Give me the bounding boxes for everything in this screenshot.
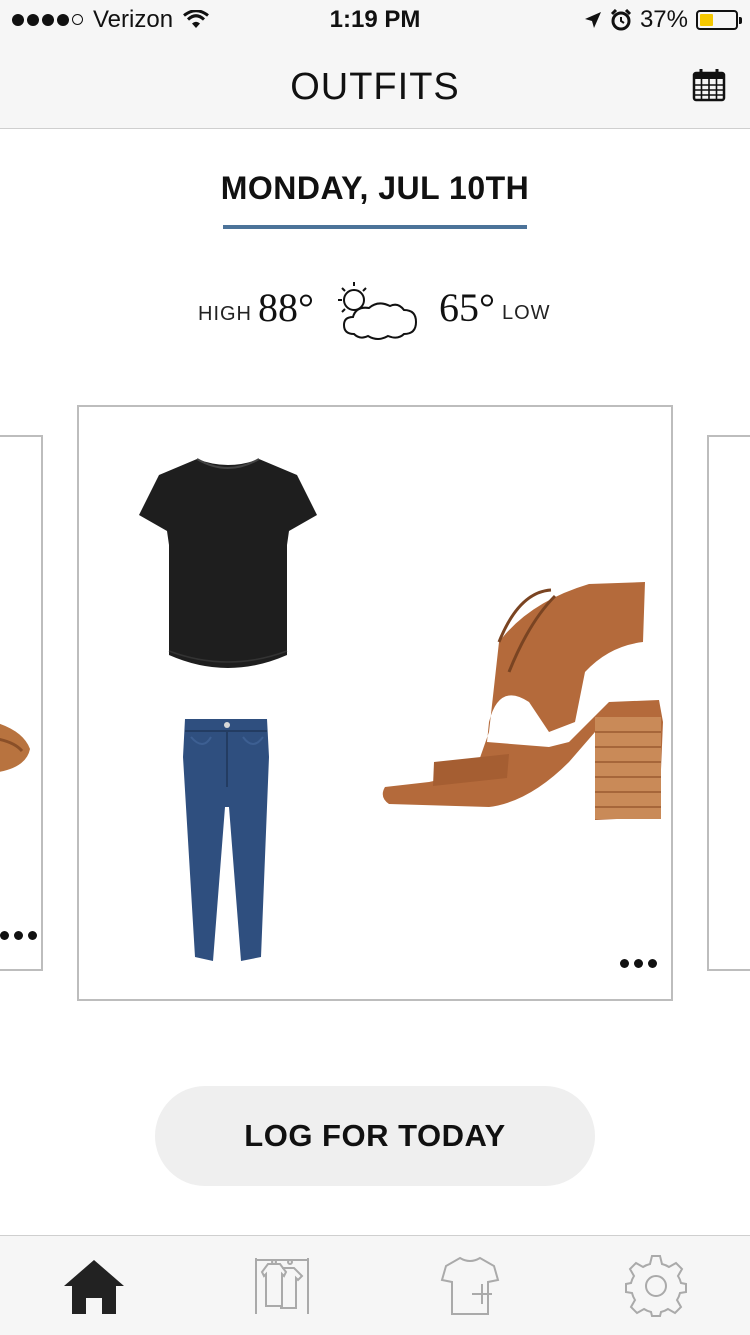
more-options-icon[interactable]: [0, 931, 37, 940]
outfit-card[interactable]: [77, 405, 673, 1001]
location-arrow-icon: [584, 12, 601, 28]
settings-gear-icon[interactable]: [624, 1254, 688, 1318]
alarm-icon: [610, 9, 632, 31]
low-temp: 65°: [439, 285, 495, 330]
high-label: HIGH: [198, 303, 252, 325]
black-tshirt-image: [139, 458, 317, 668]
more-options-icon[interactable]: [620, 959, 657, 968]
nav-bar: OUTFITS: [0, 40, 750, 129]
tab-bar: [0, 1235, 750, 1335]
date-underline: [223, 225, 527, 229]
calendar-icon[interactable]: [692, 68, 726, 102]
weather-summary: HIGH 88° 65° LOW: [0, 278, 750, 348]
battery-icon: [696, 10, 742, 30]
status-right: 37%: [584, 6, 742, 34]
add-clothing-icon[interactable]: [438, 1254, 502, 1318]
high-temp: 88°: [258, 285, 314, 330]
partly-cloudy-icon: [338, 282, 418, 340]
blue-jeans-image: [183, 719, 269, 961]
date-heading[interactable]: MONDAY, JUL 10TH: [0, 170, 750, 207]
prev-sandal-image: [0, 723, 30, 772]
closet-icon[interactable]: [250, 1254, 314, 1318]
previous-outfit-card[interactable]: [0, 435, 43, 971]
page-title: OUTFITS: [290, 66, 460, 108]
battery-percent: 37%: [639, 6, 688, 33]
home-icon[interactable]: [62, 1254, 126, 1318]
status-bar: Verizon 1:19 PM 37%: [0, 0, 750, 40]
battery-fill: [700, 14, 713, 26]
low-label: LOW: [502, 302, 551, 324]
next-outfit-card[interactable]: [707, 435, 750, 971]
tan-heeled-sandal-image: [382, 582, 663, 820]
log-for-today-button[interactable]: LOG FOR TODAY: [155, 1086, 595, 1186]
